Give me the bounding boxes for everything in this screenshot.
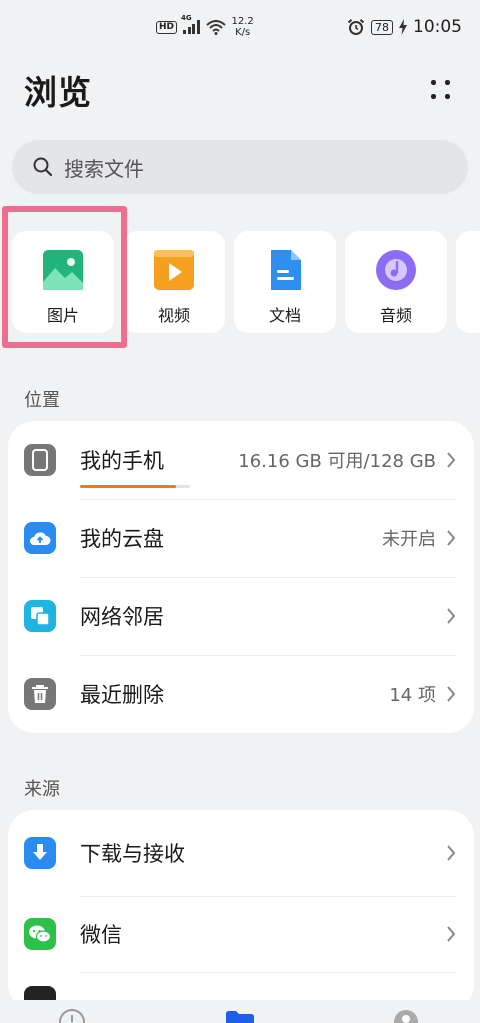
charging-icon: [399, 19, 407, 35]
section-title-locations: 位置: [24, 390, 60, 411]
clock: 10:05: [413, 17, 462, 37]
page-title: 浏览: [24, 73, 92, 112]
bottom-tab-bar: [0, 1000, 480, 1023]
storage-usage-bar: [80, 485, 190, 488]
signal-icon: 4G: [181, 14, 200, 34]
download-icon: [24, 837, 56, 869]
search-input[interactable]: 搜索文件: [12, 140, 468, 194]
locations-card: 我的手机 16.16 GB 可用/128 GB 我的云盘 未开启 网络邻居 最近…: [8, 421, 474, 733]
selection-highlight: [2, 206, 127, 348]
location-my-cloud[interactable]: 我的云盘 未开启: [8, 499, 474, 577]
search-icon: [33, 157, 53, 177]
section-title-sources: 来源: [24, 779, 60, 800]
row-value: 14 项: [389, 685, 436, 706]
row-label: 最近删除: [80, 683, 164, 707]
row-value: 未开启: [382, 529, 436, 550]
audio-icon: [376, 250, 416, 290]
profile-tab-icon[interactable]: [392, 1008, 420, 1023]
source-downloads[interactable]: 下载与接收: [8, 810, 474, 896]
video-icon: [154, 250, 194, 290]
header: 浏览: [24, 62, 456, 118]
chevron-right-icon: [447, 452, 456, 468]
network-neighborhood-icon: [24, 600, 56, 632]
category-label: 音频: [379, 306, 412, 325]
network-speed-value: 12.2: [231, 16, 254, 27]
browse-tab-icon[interactable]: [225, 1010, 255, 1023]
phone-icon: [24, 444, 56, 476]
network-speed-unit: K/s: [235, 27, 251, 38]
row-value: 16.16 GB 可用/128 GB: [238, 451, 436, 472]
storage-usage-fill: [80, 485, 176, 488]
location-network-neighborhood[interactable]: 网络邻居: [8, 577, 474, 655]
row-label: 我的云盘: [80, 527, 164, 551]
sources-card: 下载与接收 微信: [8, 810, 474, 1010]
chevron-right-icon: [447, 530, 456, 546]
chevron-right-icon: [447, 926, 456, 942]
status-right: 78 10:05: [347, 17, 462, 37]
wifi-icon: [205, 20, 226, 35]
category-more[interactable]: [456, 231, 480, 333]
chevron-right-icon: [447, 608, 456, 624]
chevron-right-icon: [447, 686, 456, 702]
row-label: 我的手机: [80, 449, 164, 473]
category-label: 文档: [268, 306, 301, 325]
row-label: 微信: [80, 923, 122, 947]
hd-voice-icon: HD: [156, 20, 178, 34]
category-documents[interactable]: 文档: [234, 231, 336, 333]
dot-icon: [431, 80, 436, 85]
dot-icon: [445, 80, 450, 85]
dot-icon: [431, 94, 436, 99]
status-bar: HD 4G 12.2 K/s 78 10:05: [0, 0, 480, 54]
row-label: 下载与接收: [80, 842, 185, 866]
network-type: 4G: [181, 14, 192, 22]
source-wechat[interactable]: 微信: [8, 896, 474, 972]
alarm-icon: [347, 19, 365, 35]
category-label: 视频: [157, 306, 190, 325]
category-audio[interactable]: 音频: [345, 231, 447, 333]
cloud-drive-icon: [24, 522, 56, 554]
category-videos[interactable]: 视频: [123, 231, 225, 333]
row-label: 网络邻居: [80, 605, 164, 629]
battery-level: 78: [371, 19, 393, 35]
more-options-button[interactable]: [426, 75, 456, 105]
chevron-right-icon: [447, 845, 456, 861]
network-speed: 12.2 K/s: [232, 16, 254, 38]
row-label-wrap: 我的手机: [80, 445, 238, 488]
recent-tab-icon[interactable]: [58, 1008, 86, 1023]
dot-icon: [445, 94, 450, 99]
status-left: HD 4G 12.2 K/s: [156, 14, 254, 38]
location-recently-deleted[interactable]: 最近删除 14 项: [8, 655, 474, 733]
search-placeholder: 搜索文件: [64, 156, 144, 181]
wechat-icon: [24, 918, 56, 950]
location-my-phone[interactable]: 我的手机 16.16 GB 可用/128 GB: [8, 421, 474, 499]
trash-icon: [24, 678, 56, 710]
document-icon: [271, 250, 301, 290]
